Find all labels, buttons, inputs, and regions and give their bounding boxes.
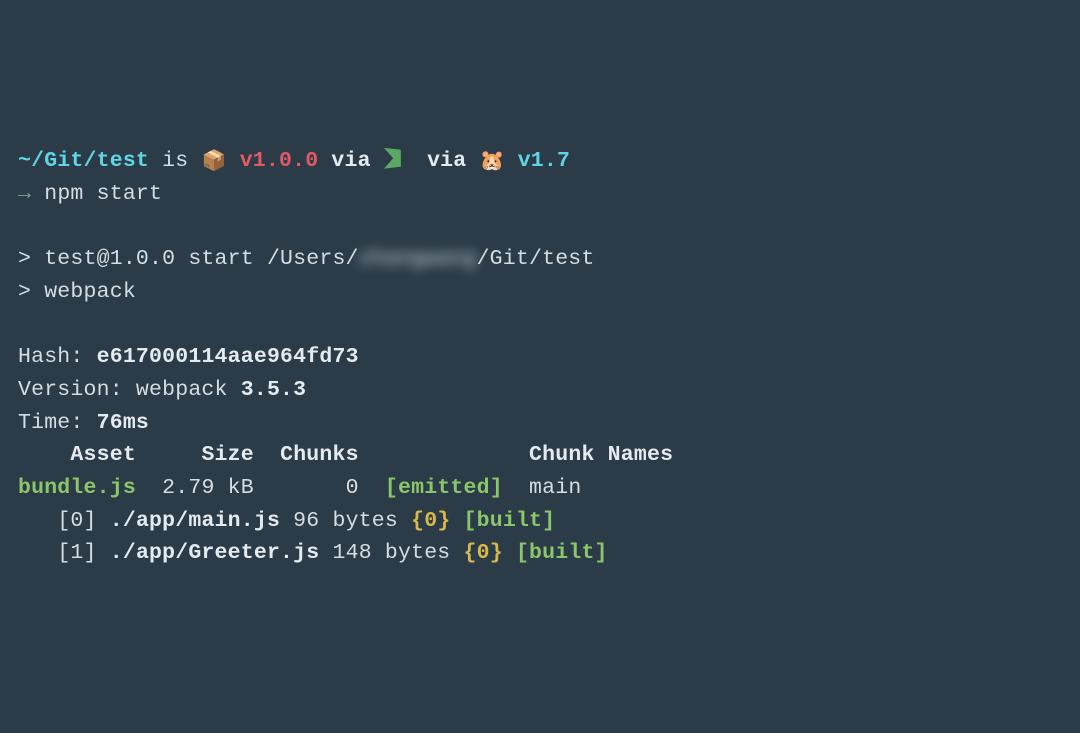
prompt-line[interactable]: ~/Git/test is 📦 v1.0.0 via via 🐹 v1.7 [18,149,570,173]
header-chunknames: Chunk Names [529,443,673,467]
version-value: 3.5.3 [241,378,307,402]
npm-run-suffix: /Git/test [477,247,595,271]
module-chunkref: {0} [464,541,503,565]
module-row: [1] ./app/Greeter.js 148 bytes {0} [buil… [18,541,608,565]
module-size: 96 bytes [293,509,398,533]
module-file: ./app/Greeter.js [110,541,320,565]
webpack-version-line: Version: webpack 3.5.3 [18,378,306,402]
module-file: ./app/main.js [110,509,280,533]
time-value: 76ms [97,411,149,435]
webpack-hash-line: Hash: e617000114aae964fd73 [18,345,359,369]
command-line[interactable]: → npm start [18,182,162,206]
asset-table-header: Asset Size Chunks Chunk Names [18,443,673,467]
package-icon: 📦 [201,151,226,174]
package-version: v1.0.0 [240,149,319,173]
time-label: Time: [18,411,97,435]
module-row: [0] ./app/main.js 96 bytes {0} [built] [18,509,555,533]
asset-row: bundle.js 2.79 kB 0 [emitted] main [18,476,581,500]
npm-run-prefix: > test@1.0.0 start /Users/ [18,247,359,271]
npm-script-line: > webpack [18,280,136,304]
cwd-path: ~/Git/test [18,149,149,173]
version-label: Version: webpack [18,378,241,402]
module-chunkref: {0} [411,509,450,533]
module-size: 148 bytes [332,541,450,565]
asset-size: 2.79 kB [162,476,254,500]
tool-icon: 🐹 [479,151,504,174]
module-index: [1] [57,541,96,565]
asset-status: [emitted] [385,476,503,500]
asset-chunk: 0 [346,476,359,500]
node-icon [384,148,401,169]
terminal-output: ~/Git/test is 📦 v1.0.0 via via 🐹 v1.7 → … [18,145,1062,570]
module-index: [0] [57,509,96,533]
header-size: Size [201,443,253,467]
prompt-via2: via [427,149,466,173]
prompt-is: is [162,149,188,173]
hash-label: Hash: [18,345,97,369]
header-asset: Asset [70,443,136,467]
command-text: npm start [44,182,162,206]
prompt-via1: via [331,149,370,173]
hash-value: e617000114aae964fd73 [97,345,359,369]
asset-name: bundle.js [18,476,136,500]
module-status: [built] [516,541,608,565]
webpack-time-line: Time: 76ms [18,411,149,435]
asset-chunkname: main [529,476,581,500]
redacted-username: zhangwang [359,247,477,271]
prompt-arrow-icon: → [18,182,31,206]
npm-run-line: > test@1.0.0 start /Users/zhangwang/Git/… [18,247,595,271]
header-chunks: Chunks [280,443,359,467]
module-status: [built] [464,509,556,533]
tool-version: v1.7 [518,149,570,173]
